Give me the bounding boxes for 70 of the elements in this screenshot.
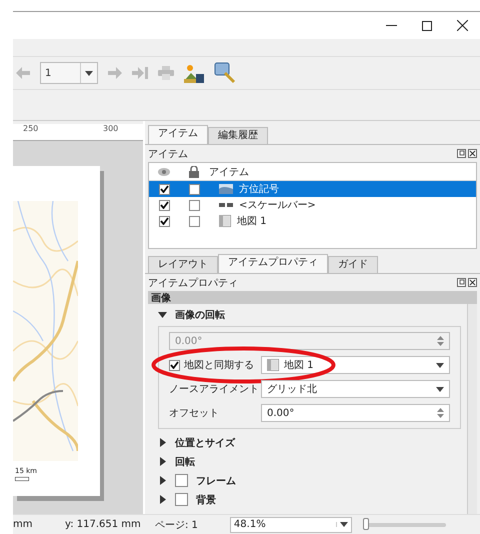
caret-icon[interactable] <box>436 362 444 368</box>
close-icon[interactable] <box>457 20 468 31</box>
float-icon[interactable] <box>457 278 466 287</box>
field-label: ノースアライメント <box>169 383 260 396</box>
alignment-dropdown[interactable]: グリッド北 <box>261 380 450 398</box>
collapse-icon[interactable] <box>158 310 167 319</box>
minimize-icon[interactable] <box>386 24 397 26</box>
item-row[interactable]: <スケールバー> <box>149 197 476 213</box>
visibility-checkbox[interactable] <box>158 184 170 194</box>
panel-tab[interactable]: 編集履歴 <box>208 127 268 144</box>
panel-title: アイテムプロパティ <box>148 276 238 290</box>
panel-tab[interactable]: アイテム <box>148 125 208 144</box>
expand-icon[interactable] <box>158 438 167 447</box>
page-field[interactable]: 1 <box>40 62 98 84</box>
check-icon <box>170 361 179 369</box>
field-label: オフセット <box>169 407 220 420</box>
zoom-field[interactable]: 48.1% <box>230 516 352 532</box>
group-title[interactable]: 背景 <box>196 492 216 506</box>
lock-checkbox[interactable] <box>188 216 200 226</box>
panel-tab[interactable]: レイアウト <box>148 256 218 273</box>
item-row[interactable]: 地図 1 <box>149 213 476 229</box>
offset-field[interactable]: 0.00° <box>261 404 450 422</box>
item-name: 地図 1 <box>237 214 267 228</box>
scale-bar <box>15 477 29 481</box>
eye-icon <box>158 168 170 176</box>
panel-title: アイテム <box>148 148 188 160</box>
expand-icon[interactable] <box>158 457 167 466</box>
page-text: ページ: 1 <box>155 518 198 532</box>
group-checkbox[interactable] <box>175 474 188 487</box>
caret-icon[interactable] <box>340 522 348 527</box>
scale-bar-icon <box>219 203 233 207</box>
lock-icon <box>189 166 199 178</box>
coordinate-text: mm <box>13 519 34 530</box>
ruler-label: 300 <box>103 124 118 133</box>
group-title[interactable]: 画像の回転 <box>175 308 225 322</box>
group-checkbox[interactable] <box>175 493 188 506</box>
expand-icon[interactable] <box>158 476 167 485</box>
image-export-icon[interactable] <box>184 63 204 83</box>
maximize-icon[interactable] <box>422 20 432 30</box>
lock-checkbox[interactable] <box>188 200 200 210</box>
picture-icon <box>219 184 233 194</box>
group-title[interactable]: 回転 <box>175 454 195 468</box>
visibility-checkbox[interactable] <box>158 216 170 226</box>
ruler-label: 250 <box>23 124 38 133</box>
expand-icon[interactable] <box>158 495 167 504</box>
map-icon <box>219 215 231 227</box>
coordinate-text: y: 117.651 mm <box>65 519 142 530</box>
column-header: アイテム <box>209 166 249 178</box>
panel-tab[interactable]: アイテムプロパティ <box>218 254 328 273</box>
sync-checkbox[interactable] <box>169 360 180 370</box>
visibility-checkbox[interactable] <box>158 200 170 210</box>
spin-arrows-icon[interactable] <box>437 407 444 419</box>
caret-icon[interactable] <box>85 70 93 76</box>
group-title[interactable]: フレーム <box>196 474 236 488</box>
scrollbar[interactable] <box>467 304 477 514</box>
item-name: <スケールバー> <box>239 199 316 212</box>
section-header: 画像 <box>148 291 477 304</box>
close-icon[interactable] <box>468 149 477 158</box>
map-icon <box>267 359 279 371</box>
caret-icon[interactable] <box>436 386 444 392</box>
magnifier-icon[interactable] <box>214 62 236 84</box>
float-icon[interactable] <box>457 149 466 158</box>
checkbox-label: 地図と同期する <box>184 358 254 372</box>
item-row[interactable]: 方位記号 <box>149 181 476 197</box>
map-dropdown[interactable]: 地図 1 <box>261 356 450 374</box>
lock-checkbox[interactable] <box>188 184 200 194</box>
item-name: 方位記号 <box>239 182 279 196</box>
group-title[interactable]: 位置とサイズ <box>175 436 235 450</box>
close-icon[interactable] <box>468 278 477 287</box>
panel-tab[interactable]: ガイド <box>328 256 378 273</box>
